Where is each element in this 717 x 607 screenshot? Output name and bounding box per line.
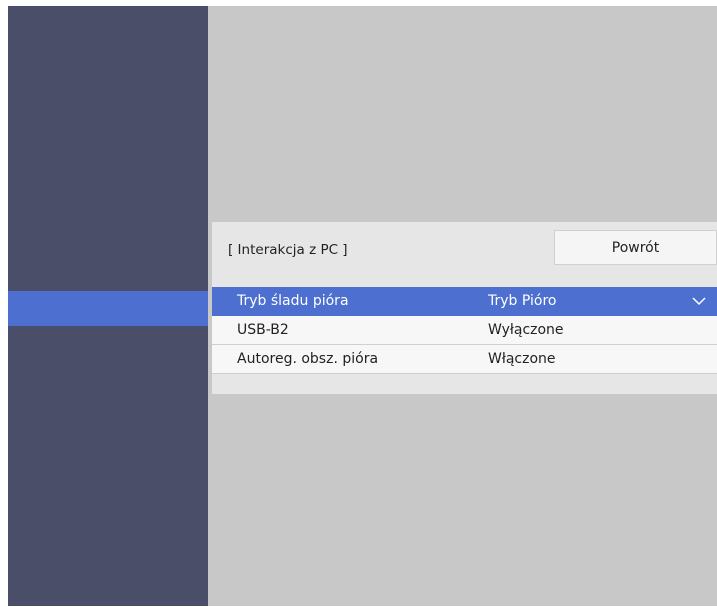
setting-label: USB-B2: [237, 322, 289, 338]
setting-label: Autoreg. obsz. pióra: [237, 351, 379, 367]
setting-value: Włączone: [488, 351, 556, 367]
sidebar-item-selected[interactable]: [8, 291, 208, 326]
chevron-down-icon[interactable]: [691, 294, 707, 308]
back-button[interactable]: Powrót: [554, 230, 717, 265]
setting-row-usb-b2[interactable]: USB-B2 Wyłączone: [212, 316, 717, 345]
setting-value: Tryb Pióro: [488, 293, 557, 309]
projector-screen: [ Interakcja z PC ] Powrót Tryb śladu pi…: [8, 6, 717, 606]
settings-panel: [ Interakcja z PC ] Powrót Tryb śladu pi…: [212, 222, 717, 394]
panel-title: [ Interakcja z PC ]: [228, 242, 348, 258]
setting-row-auto-pen-area[interactable]: Autoreg. obsz. pióra Włączone: [212, 345, 717, 374]
settings-list: Tryb śladu pióra Tryb Pióro USB-B2 Wyłąc…: [212, 287, 717, 374]
setting-row-pen-trace-mode[interactable]: Tryb śladu pióra Tryb Pióro: [212, 287, 717, 316]
setting-value: Wyłączone: [488, 322, 564, 338]
sidebar-menu: [8, 6, 208, 606]
setting-label: Tryb śladu pióra: [237, 293, 349, 309]
